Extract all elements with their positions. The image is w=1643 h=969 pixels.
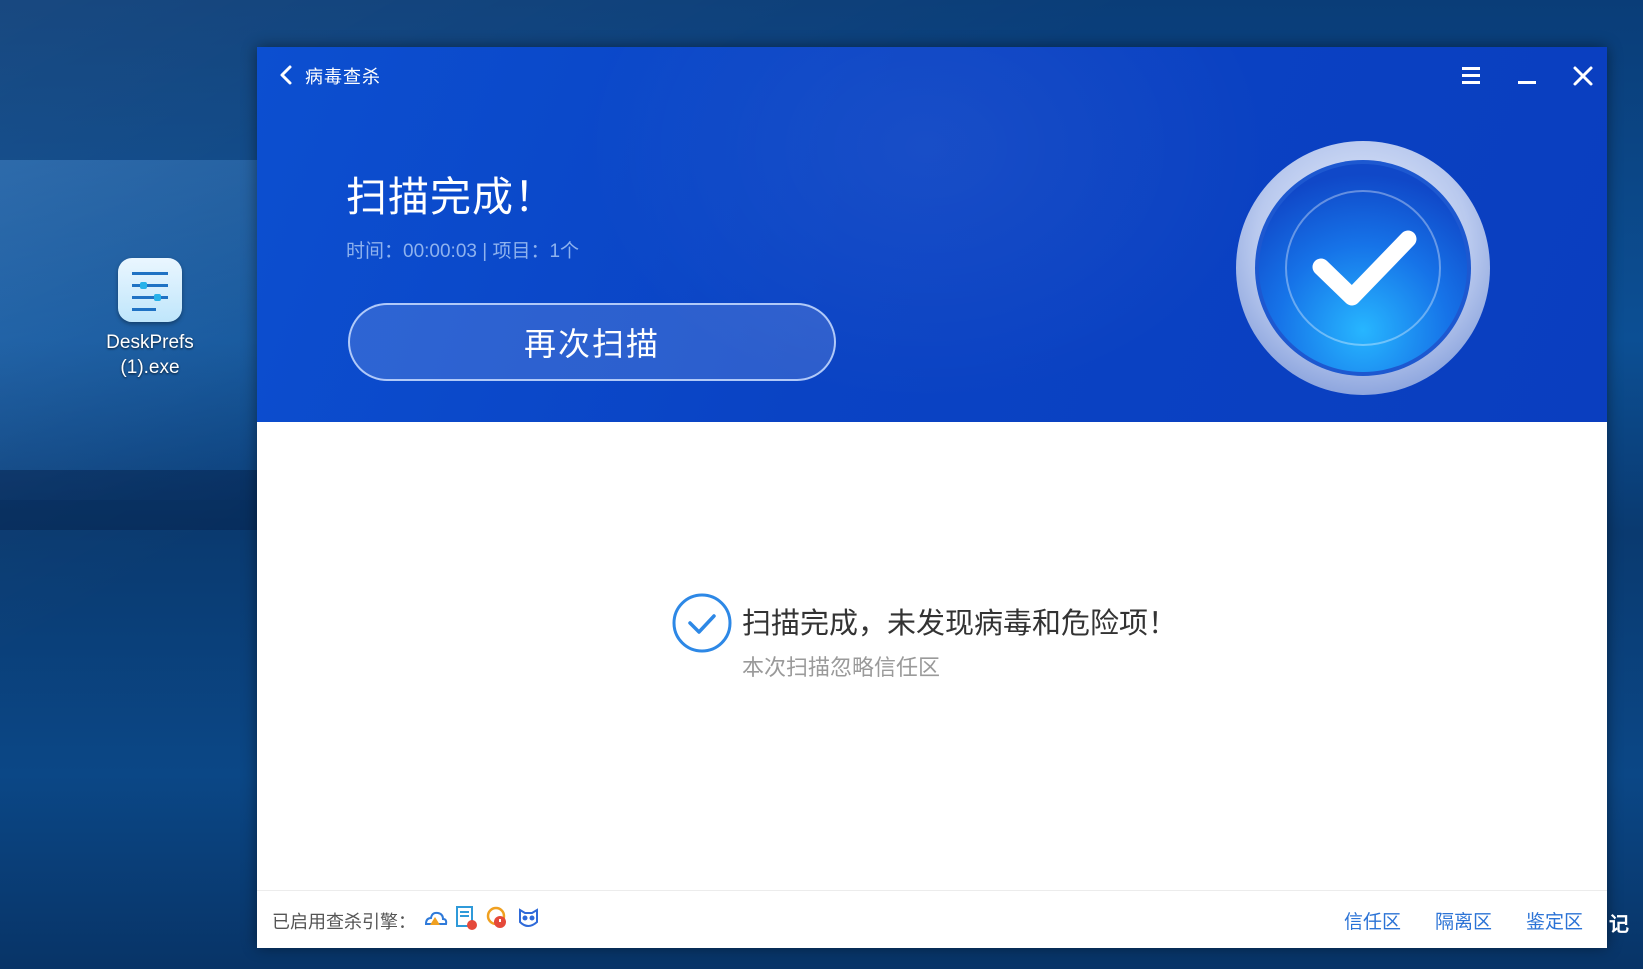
window-title: 病毒查杀 xyxy=(305,67,381,88)
trust-zone-link[interactable]: 信任区 xyxy=(1344,907,1401,934)
close-button[interactable] xyxy=(1566,59,1600,93)
footer-links: 信任区 隔离区 鉴定区 xyxy=(1344,907,1583,934)
desktop-icon-label: DeskPrefs (1).exe xyxy=(106,332,194,378)
heuristic-engine-icon[interactable] xyxy=(485,904,510,932)
close-icon xyxy=(1573,66,1593,86)
scan-header: 病毒查杀 扫描完成！ 时间：00:00:03 | 项目：1个 再次扫描 xyxy=(257,47,1607,422)
quarantine-link[interactable]: 隔离区 xyxy=(1435,907,1492,934)
identification-link[interactable]: 鉴定区 xyxy=(1526,907,1583,934)
desktop-shadow-band xyxy=(0,470,260,530)
success-badge-icon xyxy=(1236,141,1490,395)
taskbar-edge-glyph: 记 xyxy=(1609,912,1629,936)
menu-icon xyxy=(1462,67,1480,84)
antivirus-window: 病毒查杀 扫描完成！ 时间：00:00:03 | 项目：1个 再次扫描 扫描完成… xyxy=(257,47,1607,948)
desktop-icon-deskprefs[interactable]: DeskPrefs (1).exe xyxy=(98,258,202,380)
chevron-left-icon xyxy=(280,65,292,85)
owl-engine-icon[interactable] xyxy=(516,904,541,932)
scan-stats: 时间：00:00:03 | 项目：1个 xyxy=(346,241,580,262)
settings-file-icon xyxy=(118,258,182,322)
title-bar: 病毒查杀 xyxy=(257,47,1607,103)
engine-icon-list xyxy=(423,904,541,934)
engine-label: 已启用查杀引擎： xyxy=(272,912,416,933)
check-circle-icon xyxy=(672,593,732,653)
scan-result-area: 扫描完成，未发现病毒和危险项！ 本次扫描忽略信任区 xyxy=(257,422,1607,890)
minimize-button[interactable] xyxy=(1510,59,1544,93)
back-button[interactable] xyxy=(273,61,301,89)
document-engine-icon[interactable] xyxy=(454,904,479,932)
desktop: DeskPrefs (1).exe 病毒查杀 扫描完成！ 时间：00:00:03… xyxy=(0,0,1643,969)
minimize-icon xyxy=(1518,81,1536,84)
menu-button[interactable] xyxy=(1454,59,1488,93)
result-note: 本次扫描忽略信任区 xyxy=(742,656,941,681)
status-footer: 已启用查杀引擎： 信任区 隔离区 鉴定区 xyxy=(257,890,1607,948)
scan-complete-headline: 扫描完成！ xyxy=(346,173,556,221)
cloud-engine-icon[interactable] xyxy=(423,904,448,932)
rescan-button[interactable]: 再次扫描 xyxy=(348,303,836,381)
result-message: 扫描完成，未发现病毒和危险项！ xyxy=(742,606,1178,640)
